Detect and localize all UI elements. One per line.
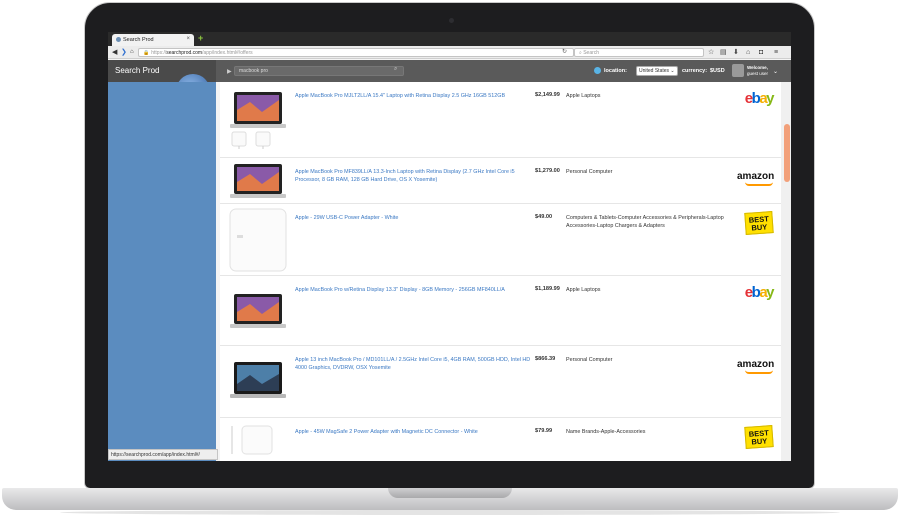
product-title[interactable]: Apple - 45W MagSafe 2 Power Adapter with… bbox=[295, 428, 531, 436]
product-category: Personal Computer bbox=[566, 169, 613, 175]
result-row[interactable]: Apple MacBook Pro w/Retina Display 13.3"… bbox=[220, 276, 781, 346]
ebay-logo[interactable]: ebay bbox=[737, 90, 775, 108]
play-arrow-icon[interactable]: ▶ bbox=[227, 68, 232, 75]
location-label: location: bbox=[604, 68, 627, 74]
hamburger-menu-icon[interactable]: ≡ bbox=[774, 48, 778, 57]
bestbuy-logo[interactable]: BEST BUY bbox=[737, 425, 774, 449]
currency-value[interactable]: $USD bbox=[710, 68, 725, 74]
location-value: United States bbox=[639, 68, 670, 74]
ebay-letter-e: e bbox=[744, 284, 753, 301]
result-row[interactable]: Apple MacBook Pro MJLT2LL/A 15.4" Laptop… bbox=[220, 82, 781, 158]
download-icon[interactable]: ⬇ bbox=[733, 48, 739, 57]
browser-search-input[interactable]: ⌕ Search bbox=[574, 48, 704, 57]
user-menu-chevron-icon[interactable]: ⌄ bbox=[773, 68, 778, 75]
product-price: $79.99 bbox=[535, 428, 553, 434]
amazon-wordmark: amazon bbox=[737, 359, 775, 370]
product-category: Personal Computer bbox=[566, 357, 613, 363]
forward-arrow-icon[interactable]: ❯ bbox=[121, 48, 127, 57]
product-price: $2,149.99 bbox=[535, 92, 560, 98]
location-icon bbox=[594, 67, 601, 74]
welcome-line1: Welcome, bbox=[747, 65, 768, 70]
browser-window: Search Prod × + ◀ ❯ ⌂ 🔒 https://searchpro… bbox=[108, 32, 791, 461]
favicon-icon bbox=[116, 37, 121, 42]
home-icon[interactable]: ⌂ bbox=[130, 48, 134, 57]
sidebar bbox=[108, 82, 216, 461]
laptop-opening-notch bbox=[388, 488, 512, 498]
result-row[interactable]: Apple 13 inch MacBook Pro / MD101LL/A / … bbox=[220, 346, 781, 418]
tab-bar: Search Prod × + bbox=[108, 32, 791, 46]
browser-search-placeholder: Search bbox=[583, 50, 600, 56]
product-title[interactable]: Apple MacBook Pro MF839LL/A 13.3-Inch La… bbox=[295, 168, 531, 184]
browser-tab[interactable]: Search Prod × bbox=[112, 34, 194, 46]
bestbuy-line2: BUY bbox=[751, 436, 768, 447]
address-bar[interactable]: 🔒 https://searchprod.com/app/index.html#/… bbox=[138, 48, 574, 57]
camera-dot bbox=[449, 18, 454, 23]
bestbuy-line2: BUY bbox=[751, 222, 768, 233]
macbook-with-chargers-image bbox=[230, 92, 286, 149]
ebay-letter-y: y bbox=[766, 284, 774, 301]
library-icon[interactable]: ▤ bbox=[720, 48, 727, 57]
app-header: Search Prod ▶ macbook pro ⌕ location: Un… bbox=[108, 60, 791, 108]
product-price: $1,189.99 bbox=[535, 286, 560, 292]
product-category: Name Brands-Apple-Accessories bbox=[566, 429, 646, 435]
currency-label: currency: bbox=[682, 68, 708, 74]
macbook-image bbox=[230, 294, 286, 328]
location-select[interactable]: United States ⌄ bbox=[636, 66, 678, 76]
power-adapter-image bbox=[229, 208, 287, 272]
result-row[interactable]: Apple - 45W MagSafe 2 Power Adapter with… bbox=[220, 418, 781, 461]
product-price: $1,279.00 bbox=[535, 168, 560, 174]
amazon-smile-icon bbox=[745, 182, 773, 186]
amazon-logo[interactable]: amazon bbox=[737, 354, 775, 374]
product-category: Apple Laptops bbox=[566, 93, 601, 99]
app-brand[interactable]: Search Prod bbox=[115, 66, 159, 75]
product-title[interactable]: Apple 13 inch MacBook Pro / MD101LL/A / … bbox=[295, 356, 531, 372]
ebay-letter-y: y bbox=[766, 90, 774, 107]
welcome-user: guest user bbox=[747, 70, 769, 76]
back-arrow-icon[interactable]: ◀ bbox=[112, 48, 117, 57]
navigation-bar: ◀ ❯ ⌂ 🔒 https://searchprod.com/app/index.… bbox=[108, 46, 791, 59]
url-domain: searchprod.com bbox=[166, 50, 203, 56]
laptop-shadow bbox=[60, 510, 840, 515]
new-tab-button[interactable]: + bbox=[198, 33, 203, 43]
status-bar: https://searchprod.com/app/index.html#/ bbox=[108, 449, 218, 460]
amazon-wordmark: amazon bbox=[737, 171, 775, 182]
product-title[interactable]: Apple - 29W USB-C Power Adapter - White bbox=[295, 214, 531, 222]
home-toolbar-icon[interactable]: ⌂ bbox=[746, 48, 750, 57]
chevron-down-icon: ⌄ bbox=[670, 68, 675, 74]
star-icon[interactable]: ☆ bbox=[708, 48, 714, 57]
product-title[interactable]: Apple MacBook Pro w/Retina Display 13.3"… bbox=[295, 286, 531, 294]
results-list: Apple MacBook Pro MJLT2LL/A 15.4" Laptop… bbox=[220, 82, 781, 461]
product-price: $866.39 bbox=[535, 356, 556, 362]
product-title[interactable]: Apple MacBook Pro MJLT2LL/A 15.4" Laptop… bbox=[295, 92, 531, 100]
magsafe-adapter-image bbox=[231, 425, 273, 455]
url-prefix: https:// bbox=[151, 50, 167, 56]
search-submit-icon[interactable]: ⌕ bbox=[394, 66, 397, 73]
macbook-dark-image bbox=[230, 362, 286, 398]
laptop-mockup: Search Prod × + ◀ ❯ ⌂ 🔒 https://searchpro… bbox=[0, 0, 900, 517]
product-price: $49.00 bbox=[535, 214, 553, 220]
brand-area: Search Prod bbox=[108, 60, 216, 108]
close-tab-icon[interactable]: × bbox=[186, 36, 190, 42]
url-path: /app/index.html#/offers bbox=[202, 50, 253, 56]
reload-icon[interactable]: ↻ bbox=[562, 48, 567, 55]
product-search-input[interactable]: macbook pro bbox=[234, 66, 404, 76]
ebay-letter-e: e bbox=[744, 90, 753, 107]
result-row[interactable]: Apple MacBook Pro MF839LL/A 13.3-Inch La… bbox=[220, 158, 781, 204]
avatar[interactable] bbox=[732, 64, 744, 77]
welcome-text[interactable]: Welcome, guest user bbox=[747, 65, 768, 76]
tab-title: Search Prod bbox=[123, 37, 154, 43]
pocket-icon[interactable]: ◘ bbox=[759, 48, 763, 57]
amazon-logo[interactable]: amazon bbox=[737, 166, 775, 186]
result-row[interactable]: Apple - 29W USB-C Power Adapter - White … bbox=[220, 204, 781, 276]
lock-icon: 🔒 bbox=[143, 50, 150, 56]
ebay-logo[interactable]: ebay bbox=[737, 284, 775, 302]
bestbuy-logo[interactable]: BEST BUY bbox=[737, 211, 774, 235]
scrollbar-thumb[interactable] bbox=[784, 124, 790, 182]
amazon-smile-icon bbox=[745, 370, 773, 374]
macbook-image bbox=[230, 164, 286, 198]
product-category: Computers & Tablets-Computer Accessories… bbox=[566, 215, 724, 229]
product-category: Apple Laptops bbox=[566, 287, 601, 293]
